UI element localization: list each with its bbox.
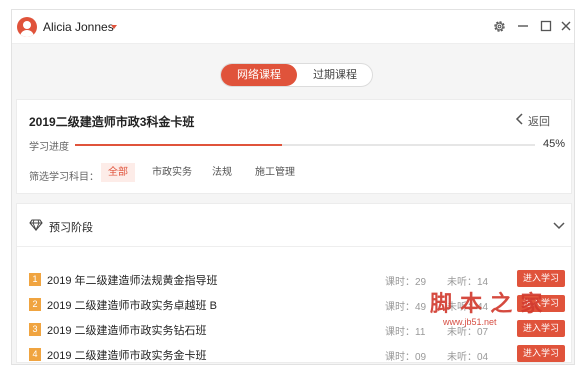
item-title[interactable]: 2019 二级建造师市政实务钻石班 — [47, 322, 207, 338]
item-hours: 课时：11 — [385, 327, 426, 338]
progress-fill — [75, 144, 282, 146]
filter-all[interactable]: 全部 — [101, 163, 135, 182]
item-title[interactable]: 2019 年二级建造师法规黄金指导班 — [47, 272, 218, 288]
stage-header[interactable]: 预习阶段 — [17, 204, 571, 247]
progress-label: 学习进度 — [29, 142, 69, 153]
filter-label: 筛选学习科目： — [29, 172, 99, 183]
back-button[interactable]: 返回 — [528, 113, 550, 129]
avatar[interactable] — [17, 17, 37, 37]
item-number: 2 — [29, 298, 41, 311]
item-hours: 课时：49 — [385, 302, 427, 313]
chevron-down-icon[interactable] — [553, 221, 565, 231]
watermark-url: www.jb51.net — [443, 317, 497, 327]
item-number: 1 — [29, 273, 41, 286]
stage-section: 预习阶段 1 2019 年二级建造师法规黄金指导班 课时：29 未听：14 进入… — [16, 203, 572, 363]
maximize-icon[interactable] — [538, 18, 554, 34]
username[interactable]: Alicia Jonnes — [43, 20, 114, 34]
gear-icon[interactable] — [491, 18, 507, 34]
tab-online-courses[interactable]: 网络课程 — [221, 64, 297, 86]
progress-bar — [75, 144, 535, 146]
course-card: 2019二级建造师市政3科金卡班 返回 学习进度 45% 筛选学习科目： 全部 … — [16, 99, 572, 194]
watermark-logo: 脚 本 之 家 — [430, 291, 544, 316]
filter-municipal-practice[interactable]: 市政实务 — [145, 163, 199, 182]
caret-down-icon[interactable] — [111, 25, 117, 29]
item-unheard: 未听：04 — [447, 352, 489, 363]
title-bar: Alicia Jonnes — [12, 10, 574, 44]
enter-study-button[interactable]: 进入学习 — [517, 270, 565, 287]
item-number: 3 — [29, 323, 41, 336]
stage-title: 预习阶段 — [49, 222, 93, 234]
filter-construction-management[interactable]: 施工管理 — [248, 163, 302, 182]
close-icon[interactable] — [558, 18, 574, 34]
enter-study-button[interactable]: 进入学习 — [517, 320, 565, 337]
minimize-icon[interactable] — [515, 18, 531, 34]
course-tabs: 网络课程 过期课程 — [220, 63, 373, 87]
item-title[interactable]: 2019 二级建造师市政实务卓越班 B — [47, 297, 217, 313]
item-hours: 课时：29 — [385, 277, 427, 288]
filter-regulations[interactable]: 法规 — [205, 163, 239, 182]
course-title: 2019二级建造师市政3科金卡班 — [29, 115, 195, 129]
chevron-left-icon[interactable] — [515, 112, 527, 126]
list-item: 4 2019 二级建造师市政实务金卡班 课时：09 未听：04 进入学习 — [29, 345, 565, 365]
progress-value: 45% — [543, 138, 566, 150]
item-title[interactable]: 2019 二级建造师市政实务金卡班 — [47, 347, 207, 363]
enter-study-button[interactable]: 进入学习 — [517, 345, 565, 362]
tab-expired-courses[interactable]: 过期课程 — [297, 64, 373, 86]
item-number: 4 — [29, 348, 41, 361]
item-hours: 课时：09 — [385, 352, 427, 363]
diamond-icon — [29, 219, 43, 232]
